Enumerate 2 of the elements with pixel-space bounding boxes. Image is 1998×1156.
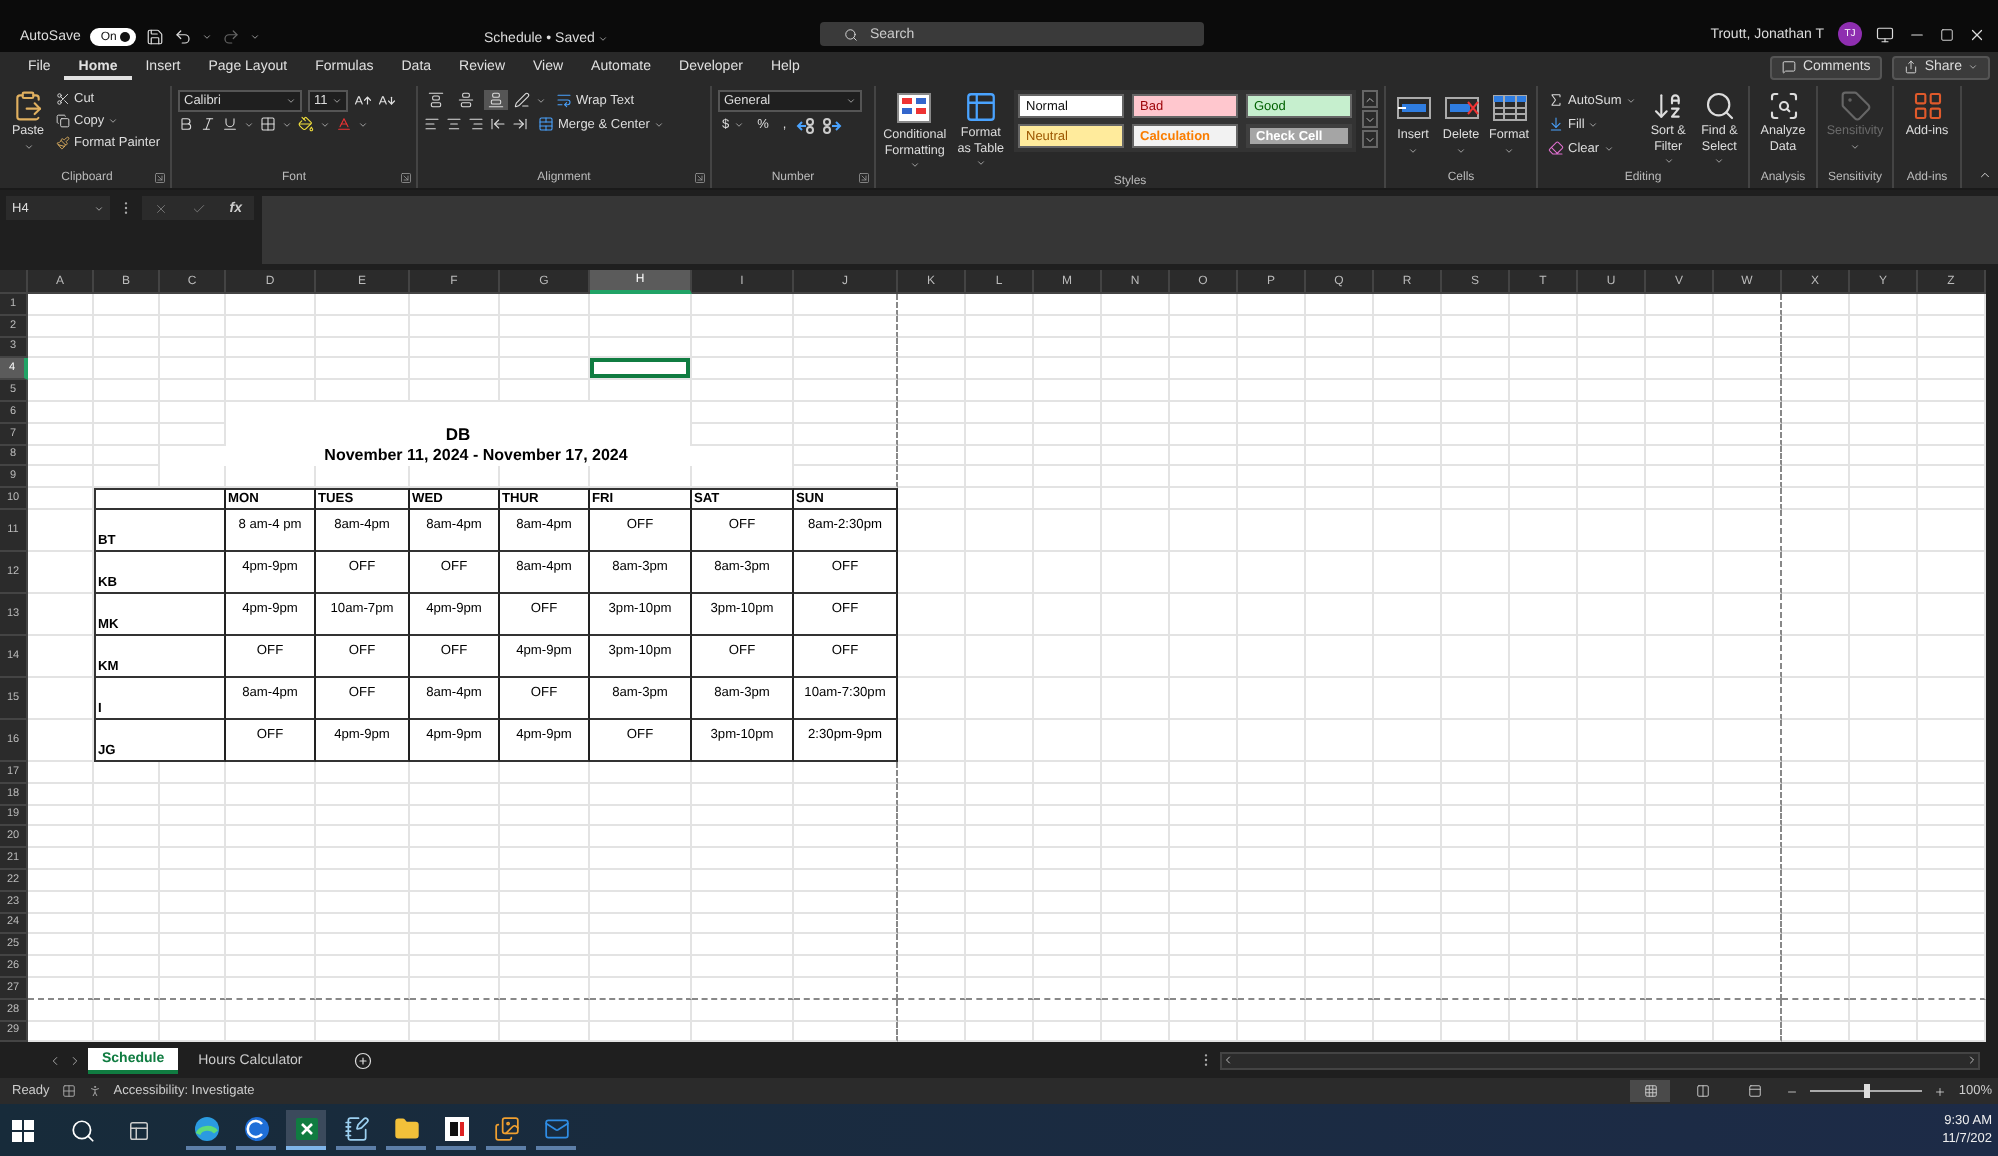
date-range: November 11, 2024 - November 17, 2024 <box>160 445 794 467</box>
sheet-title: DB <box>226 401 692 446</box>
